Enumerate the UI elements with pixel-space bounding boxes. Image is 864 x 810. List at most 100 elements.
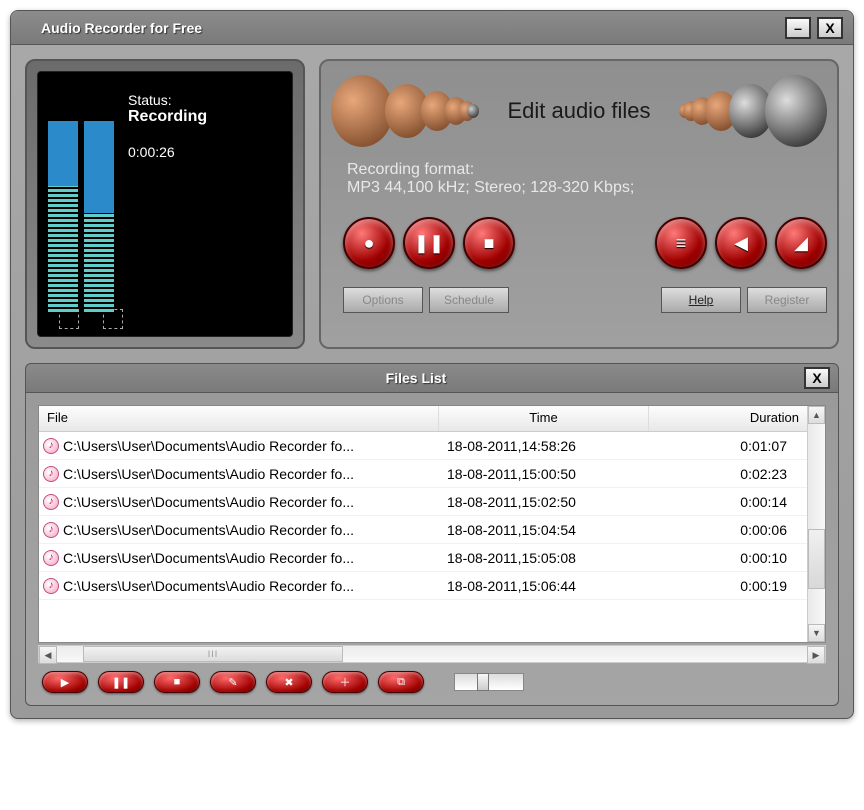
register-button[interactable]: Register: [747, 287, 827, 313]
file-duration: 0:02:23: [649, 466, 807, 482]
file-duration: 0:00:19: [649, 578, 807, 594]
format-block: Recording format: MP3 44,100 kHz; Stereo…: [331, 161, 827, 197]
file-time: 18-08-2011,15:00:50: [439, 466, 649, 482]
pause-icon: ❚❚: [414, 233, 444, 254]
channel-selector-left-icon[interactable]: [59, 309, 79, 329]
play-icon: ▶: [61, 676, 69, 689]
horizontal-scrollbar[interactable]: ◀ III ▶: [38, 645, 826, 663]
volume-slider[interactable]: [454, 673, 524, 691]
text-button-row: Options Schedule Help Register: [331, 287, 827, 313]
format-value: MP3 44,100 kHz; Stereo; 128-320 Kbps;: [347, 179, 827, 197]
tb-play-button[interactable]: ▶: [42, 671, 88, 693]
files-list-header: File Time Duration: [39, 406, 807, 432]
audio-file-icon: ♪: [43, 438, 59, 454]
stop-icon: ■: [484, 233, 495, 254]
scroll-thumb[interactable]: [808, 529, 825, 589]
hscroll-thumb[interactable]: III: [83, 646, 343, 662]
scroll-down-icon[interactable]: ▼: [808, 624, 825, 642]
files-list-content: File Time Duration ♪C:\Users\User\Docume…: [39, 406, 807, 642]
minimize-button[interactable]: –: [785, 17, 811, 39]
table-row[interactable]: ♪C:\Users\User\Documents\Audio Recorder …: [39, 544, 807, 572]
audio-file-icon: ♪: [43, 466, 59, 482]
audio-file-icon: ♪: [43, 494, 59, 510]
delete-icon: ✖: [284, 676, 293, 689]
files-titlebar: Files List X: [25, 363, 839, 393]
transport-buttons: ● ❚❚ ■ ≡ ◀ ◢: [331, 217, 827, 269]
file-path: C:\Users\User\Documents\Audio Recorder f…: [63, 494, 354, 510]
table-row[interactable]: ♪C:\Users\User\Documents\Audio Recorder …: [39, 488, 807, 516]
format-label: Recording format:: [347, 161, 827, 179]
close-button[interactable]: X: [817, 17, 843, 39]
titlebar: Audio Recorder for Free – X: [11, 11, 853, 45]
col-file[interactable]: File: [39, 406, 439, 431]
table-row[interactable]: ♪C:\Users\User\Documents\Audio Recorder …: [39, 460, 807, 488]
channel-selector-right-icon[interactable]: [103, 309, 123, 329]
meter-labels: Status: Recording 0:00:26: [120, 82, 207, 326]
tb-delete-button[interactable]: ✖: [266, 671, 312, 693]
files-section: Files List X File Time Duration ♪C:\User…: [11, 363, 853, 718]
level-bar-right: [84, 82, 114, 312]
prev-button[interactable]: ◀: [715, 217, 767, 269]
list-icon: ≡: [676, 233, 687, 254]
file-duration: 0:00:06: [649, 522, 807, 538]
slider-thumb[interactable]: [477, 673, 489, 691]
skip-icon: ◢: [794, 233, 808, 254]
audio-file-icon: ♪: [43, 522, 59, 538]
options-button[interactable]: Options: [343, 287, 423, 313]
prev-icon: ◀: [734, 233, 748, 254]
file-path: C:\Users\User\Documents\Audio Recorder f…: [63, 438, 354, 454]
files-list-wrap: File Time Duration ♪C:\Users\User\Docume…: [25, 393, 839, 706]
skip-button[interactable]: ◢: [775, 217, 827, 269]
file-time: 18-08-2011,15:04:54: [439, 522, 649, 538]
edit-audio-link[interactable]: Edit audio files: [507, 98, 650, 124]
help-button[interactable]: Help: [661, 287, 741, 313]
vertical-scrollbar[interactable]: ▲ ▼: [807, 406, 825, 642]
app-title: Audio Recorder for Free: [21, 20, 779, 36]
file-time: 18-08-2011,14:58:26: [439, 438, 649, 454]
table-row[interactable]: ♪C:\Users\User\Documents\Audio Recorder …: [39, 572, 807, 600]
stop-button[interactable]: ■: [463, 217, 515, 269]
record-button[interactable]: ●: [343, 217, 395, 269]
pause-icon: ❚❚: [112, 676, 130, 689]
edit-icon: ✎: [228, 676, 237, 689]
tb-edit-button[interactable]: ✎: [210, 671, 256, 693]
file-time: 18-08-2011,15:06:44: [439, 578, 649, 594]
tb-stop-button[interactable]: ■: [154, 671, 200, 693]
recorder-panel: Edit audio files Recording format: MP3 4…: [319, 59, 839, 349]
horn-left-icon: [331, 75, 471, 147]
list-button[interactable]: ≡: [655, 217, 707, 269]
stop-icon: ■: [174, 676, 181, 688]
status-label: Status:: [128, 92, 207, 108]
file-time: 18-08-2011,15:02:50: [439, 494, 649, 510]
scroll-right-icon[interactable]: ▶: [807, 646, 825, 664]
files-close-button[interactable]: X: [804, 367, 830, 389]
col-duration[interactable]: Duration: [649, 406, 807, 431]
scroll-up-icon[interactable]: ▲: [808, 406, 825, 424]
col-time[interactable]: Time: [439, 406, 649, 431]
horn-right-icon: [687, 75, 827, 147]
file-path: C:\Users\User\Documents\Audio Recorder f…: [63, 550, 354, 566]
table-row[interactable]: ♪C:\Users\User\Documents\Audio Recorder …: [39, 432, 807, 460]
status-value: Recording: [128, 108, 207, 126]
audio-file-icon: ♪: [43, 550, 59, 566]
bottom-toolbar: ▶ ❚❚ ■ ✎ ✖ ＋ ⧉: [38, 671, 826, 693]
tb-pause-button[interactable]: ❚❚: [98, 671, 144, 693]
top-area: Status: Recording 0:00:26: [11, 45, 853, 363]
table-row[interactable]: ♪C:\Users\User\Documents\Audio Recorder …: [39, 516, 807, 544]
schedule-button[interactable]: Schedule: [429, 287, 509, 313]
scroll-left-icon[interactable]: ◀: [39, 646, 57, 664]
tb-copy-button[interactable]: ⧉: [378, 671, 424, 693]
tb-add-button[interactable]: ＋: [322, 671, 368, 693]
file-path: C:\Users\User\Documents\Audio Recorder f…: [63, 522, 354, 538]
file-duration: 0:00:10: [649, 550, 807, 566]
add-icon: ＋: [340, 674, 351, 690]
level-bar-left: [48, 82, 78, 312]
files-title: Files List: [34, 370, 798, 386]
level-meter-panel: Status: Recording 0:00:26: [25, 59, 305, 349]
pause-button[interactable]: ❚❚: [403, 217, 455, 269]
files-list-box: File Time Duration ♪C:\Users\User\Docume…: [38, 405, 826, 643]
audio-file-icon: ♪: [43, 578, 59, 594]
file-time: 18-08-2011,15:05:08: [439, 550, 649, 566]
record-icon: ●: [364, 233, 375, 254]
elapsed-time: 0:00:26: [128, 144, 207, 160]
